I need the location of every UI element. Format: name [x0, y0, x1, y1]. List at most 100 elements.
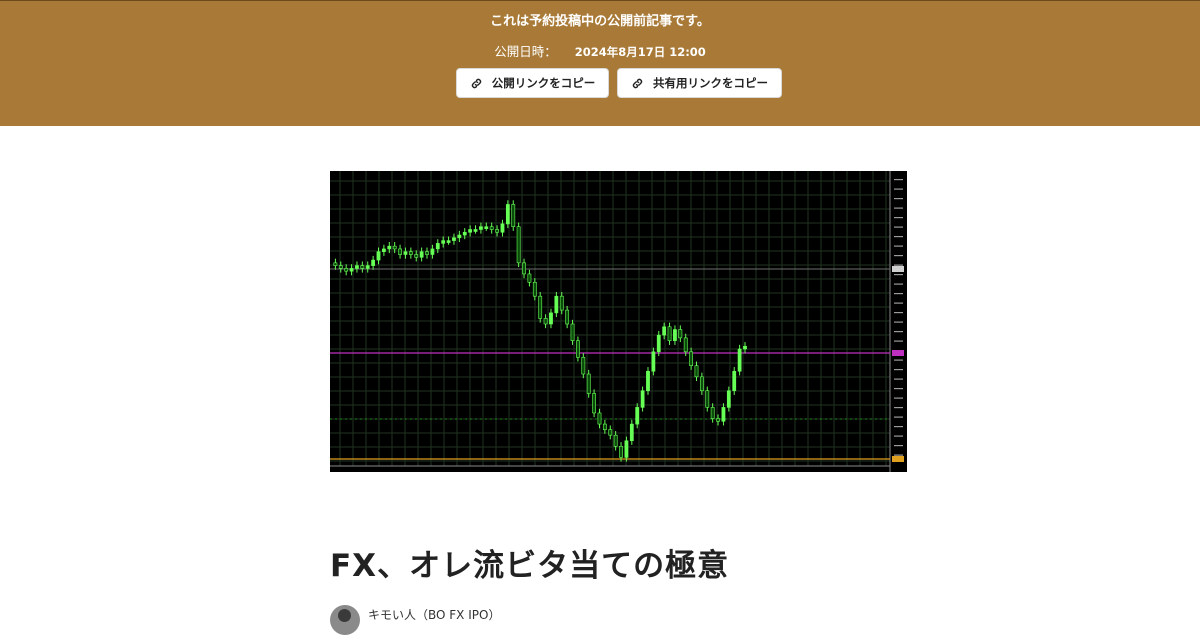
candle — [484, 226, 489, 230]
candle — [549, 312, 553, 325]
candle — [597, 412, 602, 425]
copy-public-link-label: 公開リンクをコピー — [491, 76, 596, 90]
price-tick-label — [894, 188, 903, 190]
price-tick-label — [894, 331, 903, 333]
candle — [635, 407, 640, 425]
copy-public-link-button[interactable]: 公開リンクをコピー — [456, 68, 609, 98]
candle — [468, 229, 473, 233]
price-tick-label — [894, 416, 903, 418]
candle — [543, 318, 548, 325]
candle — [608, 429, 613, 436]
avatar[interactable] — [330, 605, 360, 635]
candle — [640, 390, 645, 408]
candle — [516, 226, 521, 264]
candle — [430, 248, 435, 255]
candle — [602, 423, 607, 430]
price-tick-label — [894, 264, 903, 266]
candle — [338, 265, 343, 269]
price-tick-label — [894, 283, 903, 285]
candle — [414, 254, 419, 258]
candle — [349, 268, 354, 272]
price-tick-label — [894, 274, 903, 276]
candle — [333, 262, 338, 266]
candle — [705, 390, 710, 408]
candle — [355, 265, 359, 269]
candle — [522, 262, 526, 275]
candle — [360, 265, 365, 269]
price-tick-label — [894, 179, 903, 181]
candle — [683, 337, 688, 353]
candle — [376, 251, 381, 261]
candle — [721, 407, 726, 422]
candle — [419, 251, 424, 258]
candle — [699, 376, 704, 392]
link-icon — [471, 78, 481, 88]
candle — [446, 240, 451, 243]
scheduled-post-message: これは予約投稿中の公開前記事です。 — [490, 14, 710, 29]
candle — [505, 204, 510, 225]
price-tick-label — [894, 207, 903, 209]
price-tick-label — [894, 312, 903, 314]
price-tick-label — [894, 359, 903, 361]
candle — [662, 326, 667, 336]
price-tick-label — [894, 369, 903, 371]
candle — [565, 309, 570, 325]
price-tick-label — [894, 293, 903, 295]
candle — [651, 351, 656, 372]
candle — [371, 259, 376, 266]
candle — [576, 340, 580, 358]
candle — [592, 393, 596, 414]
candle — [726, 390, 731, 408]
price-tick-label — [894, 226, 903, 228]
candle — [387, 245, 392, 250]
price-chart — [330, 171, 904, 472]
candle — [527, 273, 532, 283]
article-header-chart-image — [330, 171, 907, 472]
candle — [462, 231, 467, 236]
price-tick-label — [894, 445, 903, 447]
candle — [667, 326, 672, 341]
price-tick-label — [894, 397, 903, 399]
scheduled-post-banner: これは予約投稿中の公開前記事です。 公開日時： 2024年8月17日 12:00… — [0, 0, 1200, 126]
author-name[interactable]: キモい人（BO FX IPO） — [368, 606, 500, 623]
article-title: FX、オレ流ビタ当ての極意 — [330, 548, 730, 584]
candle — [435, 243, 440, 250]
price-tick-label — [894, 217, 903, 219]
copy-share-link-label: 共有用リンクをコピー — [653, 76, 768, 90]
candle — [500, 223, 505, 233]
candle — [489, 226, 494, 230]
candle — [559, 295, 564, 311]
price-marker — [892, 456, 904, 462]
candle — [457, 234, 462, 239]
price-tick-label — [894, 435, 903, 437]
publish-date-label: 公開日時： — [494, 44, 557, 59]
candle — [479, 226, 483, 230]
candle — [403, 251, 408, 255]
candle — [408, 251, 413, 255]
candle — [624, 440, 629, 458]
candle — [656, 334, 661, 353]
price-tick-label — [894, 236, 903, 238]
candle — [381, 248, 386, 253]
price-tick-label — [894, 340, 903, 342]
price-tick-label — [894, 245, 903, 247]
publish-date-value: 2024年8月17日 12:00 — [574, 45, 706, 59]
candle — [365, 265, 370, 269]
candle — [554, 295, 559, 314]
link-icon — [632, 78, 643, 88]
candle — [495, 229, 499, 233]
candle — [613, 434, 618, 447]
price-tick-label — [894, 255, 903, 257]
candle — [581, 357, 586, 375]
price-tick-label — [894, 378, 903, 380]
author-row[interactable]: キモい人（BO FX IPO） — [330, 604, 500, 635]
candle — [629, 423, 634, 442]
candle — [694, 365, 699, 378]
price-tick-label — [894, 454, 903, 456]
copy-share-link-button[interactable]: 共有用リンクをコピー — [617, 68, 782, 98]
candle — [570, 323, 575, 341]
price-tick-label — [894, 198, 903, 200]
candle — [743, 345, 747, 350]
candle — [344, 268, 349, 272]
candle — [716, 418, 720, 422]
